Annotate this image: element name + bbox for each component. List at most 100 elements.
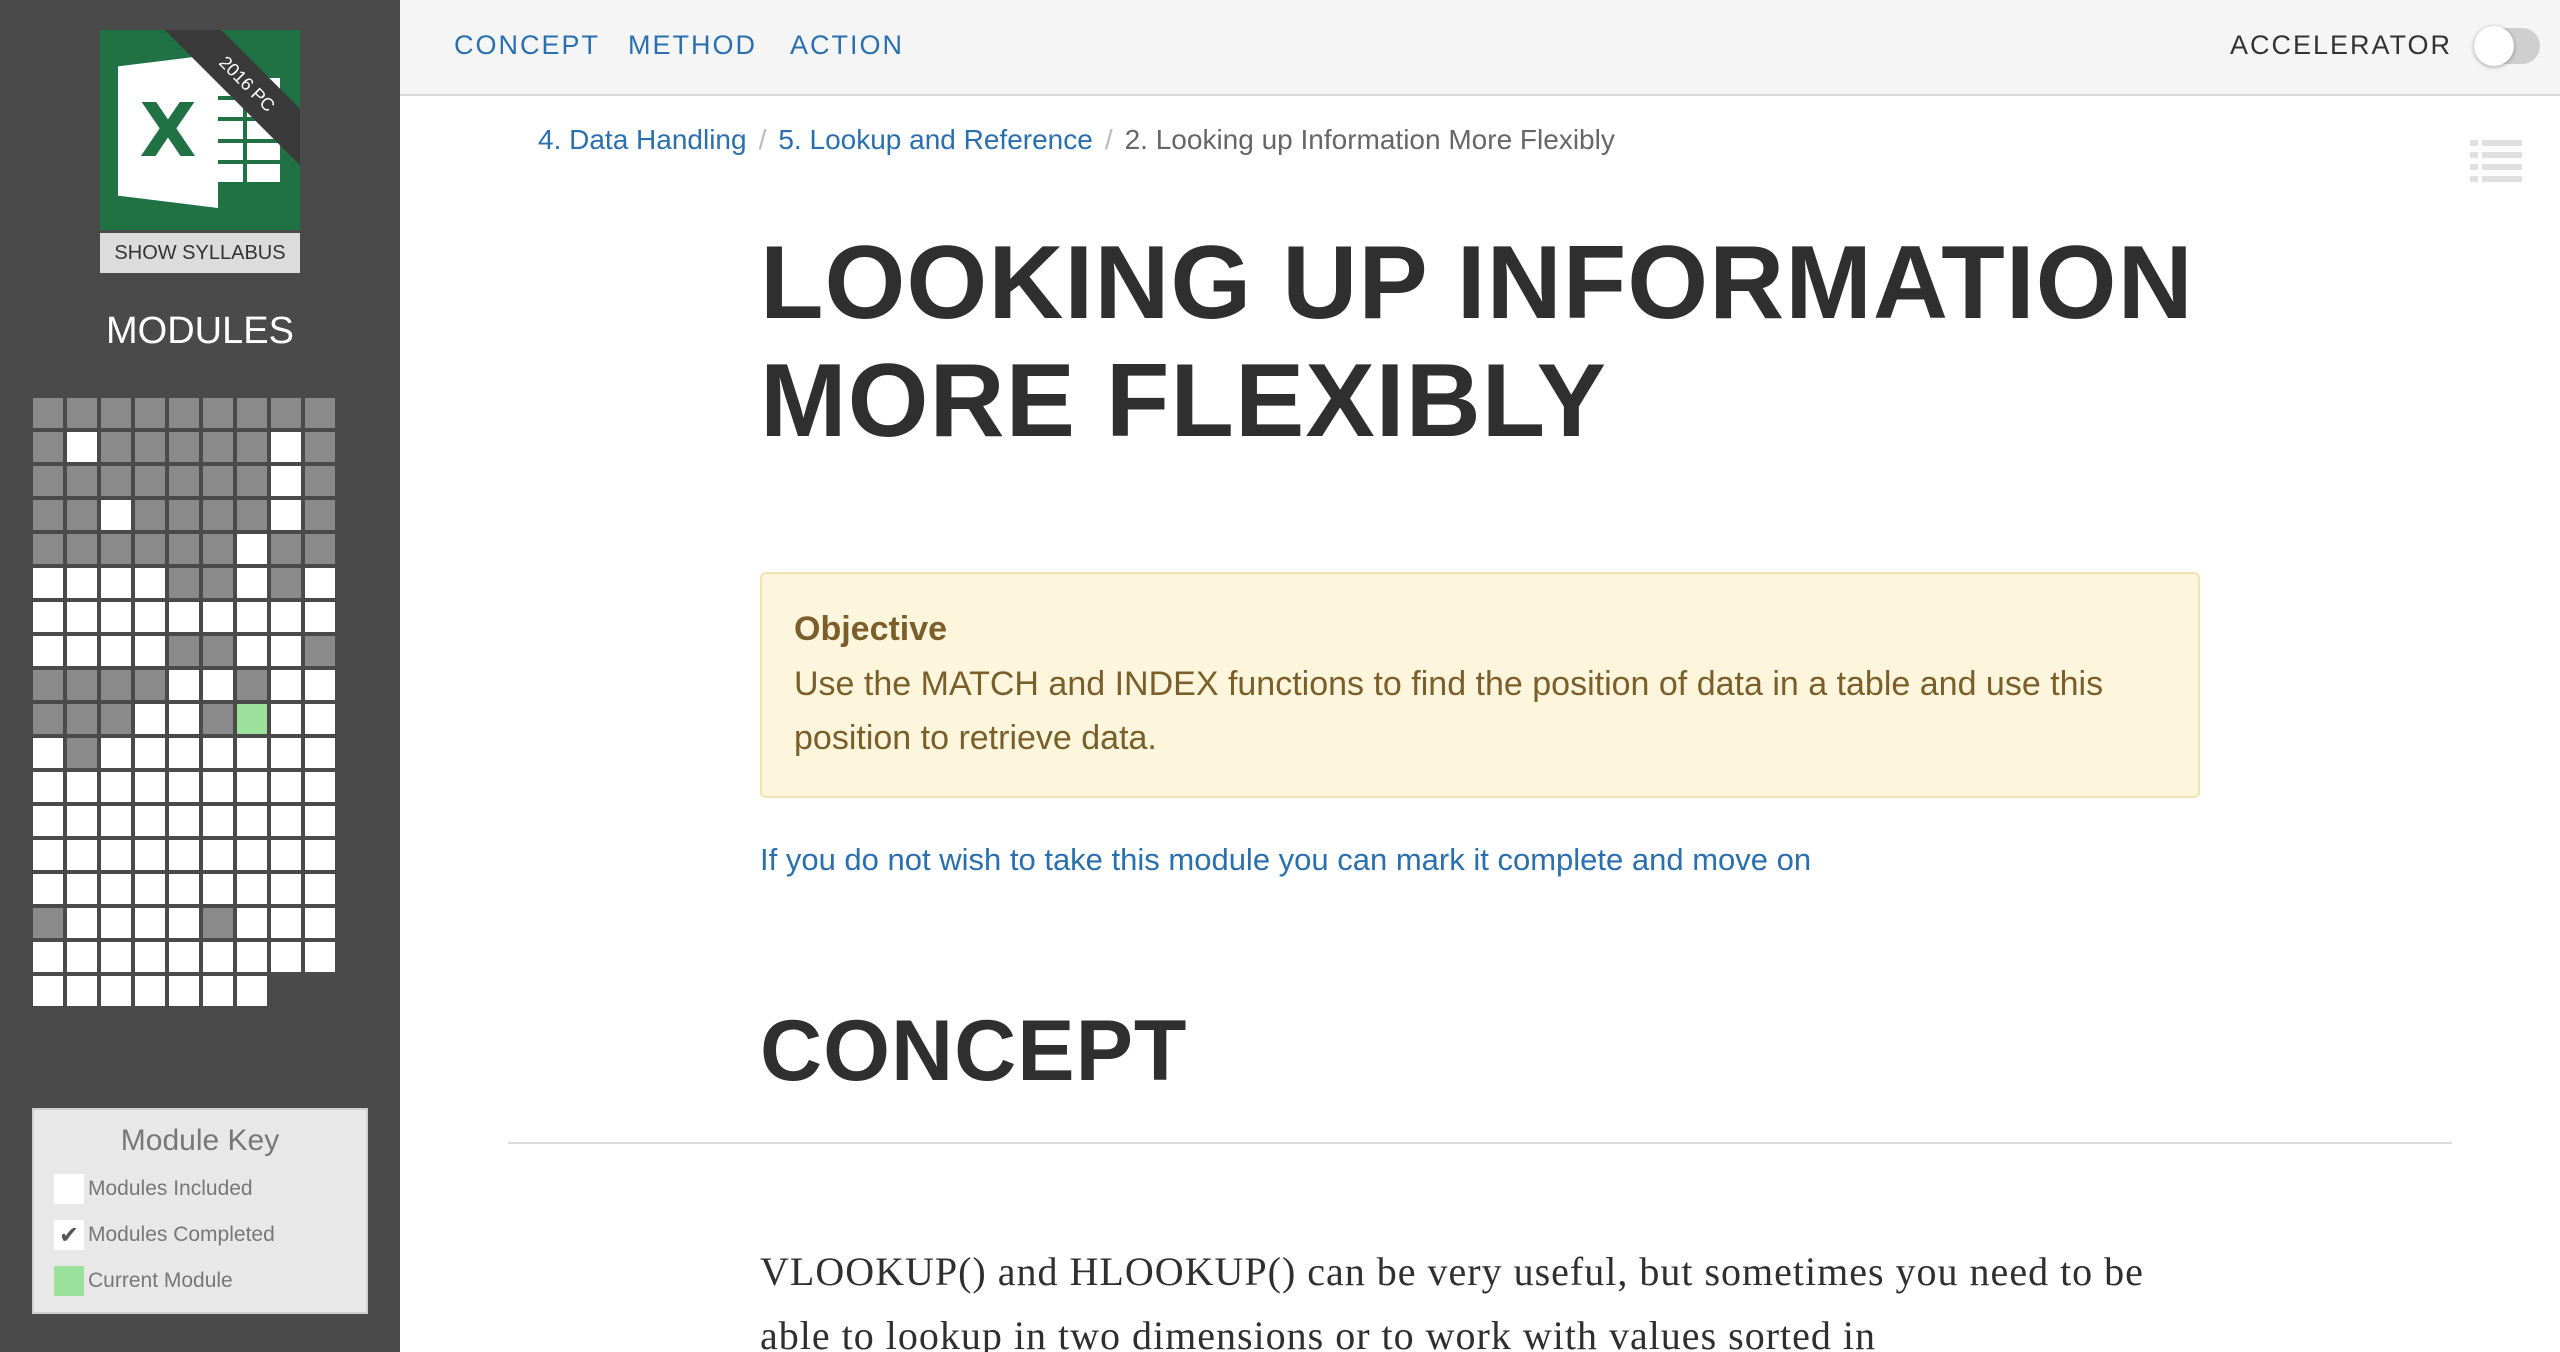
module-cell[interactable] xyxy=(101,534,131,564)
module-cell[interactable] xyxy=(305,432,335,462)
module-cell[interactable] xyxy=(169,908,199,938)
module-cell[interactable] xyxy=(237,670,267,700)
module-cell[interactable] xyxy=(67,432,97,462)
module-cell[interactable] xyxy=(33,942,63,972)
module-cell[interactable] xyxy=(203,534,233,564)
module-cell[interactable] xyxy=(237,398,267,428)
module-cell[interactable] xyxy=(203,432,233,462)
module-cell[interactable] xyxy=(33,738,63,768)
module-cell[interactable] xyxy=(305,602,335,632)
module-cell[interactable] xyxy=(67,466,97,496)
module-cell[interactable] xyxy=(33,568,63,598)
module-cell[interactable] xyxy=(237,840,267,870)
module-cell[interactable] xyxy=(305,568,335,598)
module-cell[interactable] xyxy=(33,466,63,496)
module-cell[interactable] xyxy=(33,840,63,870)
module-cell[interactable] xyxy=(135,976,165,1006)
module-cell[interactable] xyxy=(135,466,165,496)
module-cell[interactable] xyxy=(271,534,301,564)
module-cell[interactable] xyxy=(203,806,233,836)
module-cell[interactable] xyxy=(169,942,199,972)
module-cell[interactable] xyxy=(169,738,199,768)
module-cell[interactable] xyxy=(305,806,335,836)
module-cell[interactable] xyxy=(237,466,267,496)
module-cell[interactable] xyxy=(135,704,165,734)
module-cell[interactable] xyxy=(101,806,131,836)
module-cell[interactable] xyxy=(237,874,267,904)
module-cell[interactable] xyxy=(101,942,131,972)
module-cell[interactable] xyxy=(169,874,199,904)
module-cell[interactable] xyxy=(101,874,131,904)
module-cell[interactable] xyxy=(237,738,267,768)
module-cell[interactable] xyxy=(203,908,233,938)
module-cell[interactable] xyxy=(135,602,165,632)
module-cell[interactable] xyxy=(271,874,301,904)
module-cell[interactable] xyxy=(237,942,267,972)
module-cell[interactable] xyxy=(33,772,63,802)
module-cell[interactable] xyxy=(169,976,199,1006)
module-cell[interactable] xyxy=(203,840,233,870)
module-cell[interactable] xyxy=(271,840,301,870)
module-cell[interactable] xyxy=(135,636,165,666)
module-cell[interactable] xyxy=(271,636,301,666)
module-cell[interactable] xyxy=(169,636,199,666)
module-cell[interactable] xyxy=(203,874,233,904)
module-cell[interactable] xyxy=(237,602,267,632)
module-cell[interactable] xyxy=(101,466,131,496)
module-cell[interactable] xyxy=(135,772,165,802)
module-cell[interactable] xyxy=(67,704,97,734)
module-cell[interactable] xyxy=(67,602,97,632)
module-cell[interactable] xyxy=(271,908,301,938)
module-cell[interactable] xyxy=(135,432,165,462)
module-cell[interactable] xyxy=(203,976,233,1006)
module-cell[interactable] xyxy=(305,534,335,564)
module-cell[interactable] xyxy=(203,942,233,972)
module-cell[interactable] xyxy=(67,942,97,972)
module-cell[interactable] xyxy=(67,534,97,564)
list-menu-icon[interactable] xyxy=(2470,138,2522,186)
module-cell[interactable] xyxy=(305,398,335,428)
module-cell[interactable] xyxy=(237,908,267,938)
module-cell[interactable] xyxy=(169,432,199,462)
module-cell[interactable] xyxy=(203,500,233,530)
module-cell[interactable] xyxy=(203,636,233,666)
breadcrumb-lookup-reference[interactable]: 5. Lookup and Reference xyxy=(778,124,1092,156)
module-cell[interactable] xyxy=(33,908,63,938)
module-cell[interactable] xyxy=(237,432,267,462)
module-cell[interactable] xyxy=(33,432,63,462)
module-cell[interactable] xyxy=(169,704,199,734)
module-cell[interactable] xyxy=(305,908,335,938)
module-cell[interactable] xyxy=(33,704,63,734)
module-cell[interactable] xyxy=(169,466,199,496)
module-cell[interactable] xyxy=(67,568,97,598)
module-cell[interactable] xyxy=(305,840,335,870)
module-cell[interactable] xyxy=(101,840,131,870)
module-cell[interactable] xyxy=(271,670,301,700)
module-cell[interactable] xyxy=(271,704,301,734)
module-cell[interactable] xyxy=(169,840,199,870)
module-cell[interactable] xyxy=(33,806,63,836)
module-cell[interactable] xyxy=(237,500,267,530)
module-cell[interactable] xyxy=(237,806,267,836)
module-cell[interactable] xyxy=(271,398,301,428)
module-cell[interactable] xyxy=(33,500,63,530)
module-cell[interactable] xyxy=(67,670,97,700)
module-cell[interactable] xyxy=(67,874,97,904)
module-cell[interactable] xyxy=(271,772,301,802)
module-cell[interactable] xyxy=(101,602,131,632)
module-cell[interactable] xyxy=(305,704,335,734)
module-cell[interactable] xyxy=(101,636,131,666)
module-cell[interactable] xyxy=(67,806,97,836)
module-cell[interactable] xyxy=(135,874,165,904)
nav-method[interactable]: METHOD xyxy=(628,30,757,61)
module-cell[interactable] xyxy=(203,466,233,496)
module-cell-current[interactable] xyxy=(237,704,267,734)
module-cell[interactable] xyxy=(169,500,199,530)
mark-complete-link[interactable]: If you do not wish to take this module y… xyxy=(760,842,1811,878)
breadcrumb-data-handling[interactable]: 4. Data Handling xyxy=(538,124,747,156)
module-cell[interactable] xyxy=(305,466,335,496)
module-cell[interactable] xyxy=(271,942,301,972)
module-cell[interactable] xyxy=(101,772,131,802)
module-cell[interactable] xyxy=(305,636,335,666)
module-cell[interactable] xyxy=(271,432,301,462)
